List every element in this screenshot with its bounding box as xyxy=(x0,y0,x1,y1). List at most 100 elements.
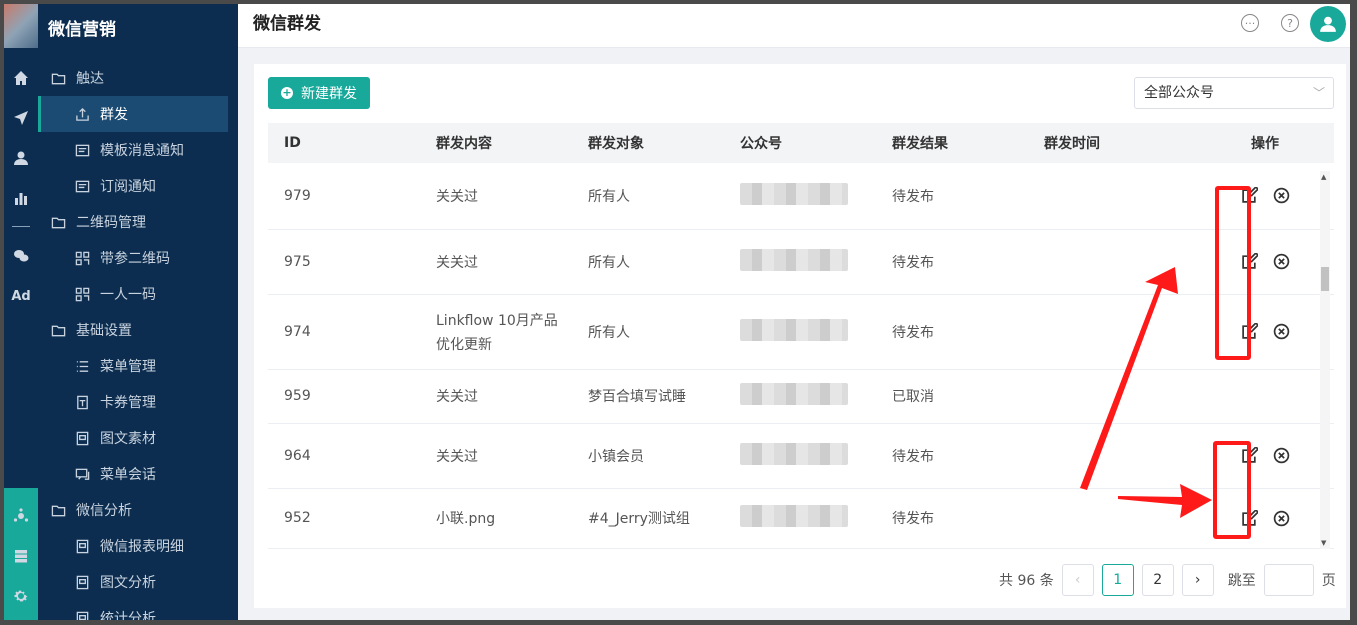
table-row: 979 关关过 所有人 待发布 xyxy=(268,163,1334,230)
rail-bottom-panel xyxy=(4,488,38,620)
total-count: 共 96 条 xyxy=(999,573,1054,589)
upload-icon xyxy=(74,106,90,122)
sidebar-group-reach[interactable]: 触达 xyxy=(38,60,228,96)
sidebar-item-param-qrcode[interactable]: 带参二维码 xyxy=(38,240,228,276)
cell-actions xyxy=(1180,163,1334,230)
cell-target: #4_Jerry测试组 xyxy=(572,488,724,549)
coupon-icon xyxy=(74,394,90,410)
page-2-button[interactable]: 2 xyxy=(1141,564,1174,596)
top-header: 微信群发 ··· ? xyxy=(238,4,1350,48)
avatar[interactable] xyxy=(1310,6,1346,42)
cancel-circle-icon[interactable] xyxy=(1272,509,1290,527)
cancel-circle-icon[interactable] xyxy=(1272,187,1290,205)
table-row: 975 关关过 所有人 待发布 xyxy=(268,229,1334,295)
user-icon[interactable] xyxy=(4,140,38,176)
cell-id: 964 xyxy=(268,423,420,489)
sidebar-group-qrcode[interactable]: 二维码管理 xyxy=(38,204,228,240)
sidebar-item-menu-session[interactable]: 菜单会话 xyxy=(38,456,228,492)
cell-content: 关关过 xyxy=(420,229,572,295)
sidebar-group-basic-settings[interactable]: 基础设置 xyxy=(38,312,228,348)
cell-content: 关关过 xyxy=(420,369,572,424)
table-scrollbar[interactable]: ▲ ▼ xyxy=(1320,171,1330,549)
cancel-circle-icon[interactable] xyxy=(1272,253,1290,271)
sidebar-group-wechat-analysis[interactable]: 微信分析 xyxy=(38,492,228,528)
annotation-highlight-box xyxy=(1213,441,1251,539)
column-header-account[interactable]: 公众号 xyxy=(724,123,876,163)
cell-target: 所有人 xyxy=(572,229,724,295)
folder-icon xyxy=(50,214,66,230)
content-card: + 新建群发 全部公众号 ﹀ ID 群发内容 群发对象 公众号 群发结果 群发时… xyxy=(254,64,1346,608)
blurred-account xyxy=(740,182,848,205)
document-icon xyxy=(74,610,90,620)
account-select[interactable]: 全部公众号 ﹀ xyxy=(1134,77,1334,109)
page-1-button[interactable]: 1 xyxy=(1101,564,1134,596)
cell-time xyxy=(1028,229,1180,295)
sidebar-item-article-analysis[interactable]: 图文分析 xyxy=(38,564,228,600)
sidebar-item-mass-send[interactable]: 群发 xyxy=(38,96,228,132)
cell-account xyxy=(724,163,876,230)
sidebar-item-template-message[interactable]: 模板消息通知 xyxy=(38,132,228,168)
document-icon xyxy=(74,430,90,446)
cell-time xyxy=(1028,369,1180,424)
cell-result: 待发布 xyxy=(876,294,1028,370)
sidebar-item-one-person-code[interactable]: 一人一码 xyxy=(38,276,228,312)
chat-bubble-icon[interactable]: ··· xyxy=(1241,14,1259,32)
bar-chart-icon[interactable] xyxy=(4,180,38,216)
new-mass-send-button[interactable]: + 新建群发 xyxy=(268,77,370,109)
column-header-time[interactable]: 群发时间 xyxy=(1028,123,1180,163)
document-icon xyxy=(74,538,90,554)
message-icon xyxy=(74,142,90,158)
cell-actions xyxy=(1180,369,1334,424)
table-row: 952 小联.png #4_Jerry测试组 待发布 xyxy=(268,488,1334,549)
cell-id: 974 xyxy=(268,294,420,370)
sidebar-item-menu-manage[interactable]: 菜单管理 xyxy=(38,348,228,384)
column-header-content[interactable]: 群发内容 xyxy=(420,123,572,163)
sidebar-item-stats-analysis[interactable]: 统计分析 xyxy=(38,600,228,620)
ad-icon[interactable]: Ad xyxy=(4,278,38,314)
cell-content: 关关过 xyxy=(420,423,572,489)
brand-logo xyxy=(4,4,38,48)
column-header-id[interactable]: ID xyxy=(268,123,420,163)
cell-id: 959 xyxy=(268,369,420,424)
rail-divider xyxy=(12,226,30,227)
gear-icon[interactable] xyxy=(4,578,38,614)
cancel-circle-icon[interactable] xyxy=(1272,323,1290,341)
help-icon[interactable]: ? xyxy=(1281,14,1299,32)
column-header-result[interactable]: 群发结果 xyxy=(876,123,1028,163)
send-icon[interactable] xyxy=(4,100,38,136)
cell-id: 979 xyxy=(268,163,420,230)
home-icon[interactable] xyxy=(4,60,38,96)
icon-rail: Ad xyxy=(4,4,38,620)
column-header-target[interactable]: 群发对象 xyxy=(572,123,724,163)
sidebar-item-report-detail[interactable]: 微信报表明细 xyxy=(38,528,228,564)
scroll-up-arrow-icon[interactable]: ▲ xyxy=(1321,173,1326,181)
blurred-account xyxy=(740,505,848,527)
next-page-button[interactable]: › xyxy=(1181,564,1214,596)
cell-target: 所有人 xyxy=(572,294,724,370)
scroll-down-arrow-icon[interactable]: ▼ xyxy=(1321,539,1326,547)
cell-account xyxy=(724,423,876,489)
qrcode-icon xyxy=(74,286,90,302)
folder-icon xyxy=(50,70,66,86)
cell-id: 975 xyxy=(268,229,420,295)
prev-page-button[interactable]: ‹ xyxy=(1061,564,1094,596)
server-icon[interactable] xyxy=(4,538,38,574)
cell-actions xyxy=(1180,294,1334,370)
table-scroll-thumb[interactable] xyxy=(1321,267,1329,291)
page-unit-label: 页 xyxy=(1321,573,1336,589)
plus-icon: + xyxy=(281,86,293,99)
sidebar-item-card-coupon[interactable]: 卡券管理 xyxy=(38,384,228,420)
sidebar-item-subscribe-notice[interactable]: 订阅通知 xyxy=(38,168,228,204)
cancel-circle-icon[interactable] xyxy=(1272,447,1290,465)
sidebar-item-media-material[interactable]: 图文素材 xyxy=(38,420,228,456)
annotation-highlight-box xyxy=(1215,186,1251,360)
network-icon[interactable] xyxy=(4,498,38,534)
cell-result: 待发布 xyxy=(876,488,1028,549)
cell-target: 所有人 xyxy=(572,163,724,230)
cell-result: 待发布 xyxy=(876,163,1028,230)
pagination: 共 96 条 ‹ 1 2 › 跳至 页 xyxy=(999,564,1336,596)
jump-page-input[interactable] xyxy=(1263,564,1314,596)
cell-actions xyxy=(1180,229,1334,295)
wechat-icon[interactable] xyxy=(4,238,38,274)
page-title: 微信群发 xyxy=(253,14,321,34)
